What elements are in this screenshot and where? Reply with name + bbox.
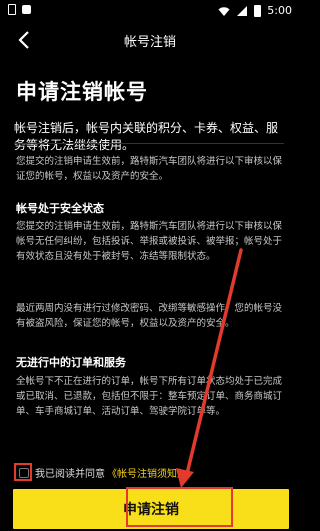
battery-icon xyxy=(254,4,262,17)
wifi-icon xyxy=(218,6,230,16)
section2-para: 全帐号下不正在进行的订单，帐号下所有订单状态均处于已完成或已取消、已退款，包括但… xyxy=(16,376,283,417)
submit-button[interactable]: 申请注销 xyxy=(13,489,289,529)
section1-para2: 最近两周内没有进行过修改密码、改绑等敏感操作，您的帐号没有被盗风险，保证您的帐号… xyxy=(16,303,283,329)
page-title: 帐号注销 xyxy=(123,35,176,50)
agree-checkbox[interactable] xyxy=(14,463,32,481)
app-notification-icon xyxy=(22,5,31,14)
content: 申请注销帐号 帐号注销后，帐号内关联的积分、卡券、权益、服务等将无法继续使用。 xyxy=(14,68,284,154)
main-heading: 申请注销帐号 xyxy=(16,80,148,104)
review-notice: 您提交的注销申请生效前，路特斯汽车团队将进行以下审核以保证您的帐号，权益以及资产… xyxy=(16,156,283,182)
nav-bar: 帐号注销 xyxy=(0,22,300,58)
section1-title: 帐号处于安全状态 xyxy=(16,202,104,215)
section2-title: 无进行中的订单和服务 xyxy=(16,356,126,369)
divider xyxy=(14,143,284,144)
agreement-row: 我已阅读并同意 《帐号注销须知》 xyxy=(12,462,292,482)
agreement-link[interactable]: 《帐号注销须知》 xyxy=(107,465,187,480)
sim-card-icon xyxy=(8,4,16,15)
intro-text: 帐号注销后，帐号内关联的积分、卡券、权益、服务等将无法继续使用。 xyxy=(14,121,279,152)
signal-icon xyxy=(237,5,248,16)
status-bar: 5:00 xyxy=(0,0,300,22)
status-time: 5:00 xyxy=(267,4,292,17)
agreement-text: 我已阅读并同意 xyxy=(35,468,105,480)
section1-para1: 您提交的注销申请生效前，路特斯汽车团队将进行以下审核以保帐号无任何纠纷，包括投诉… xyxy=(16,221,283,262)
